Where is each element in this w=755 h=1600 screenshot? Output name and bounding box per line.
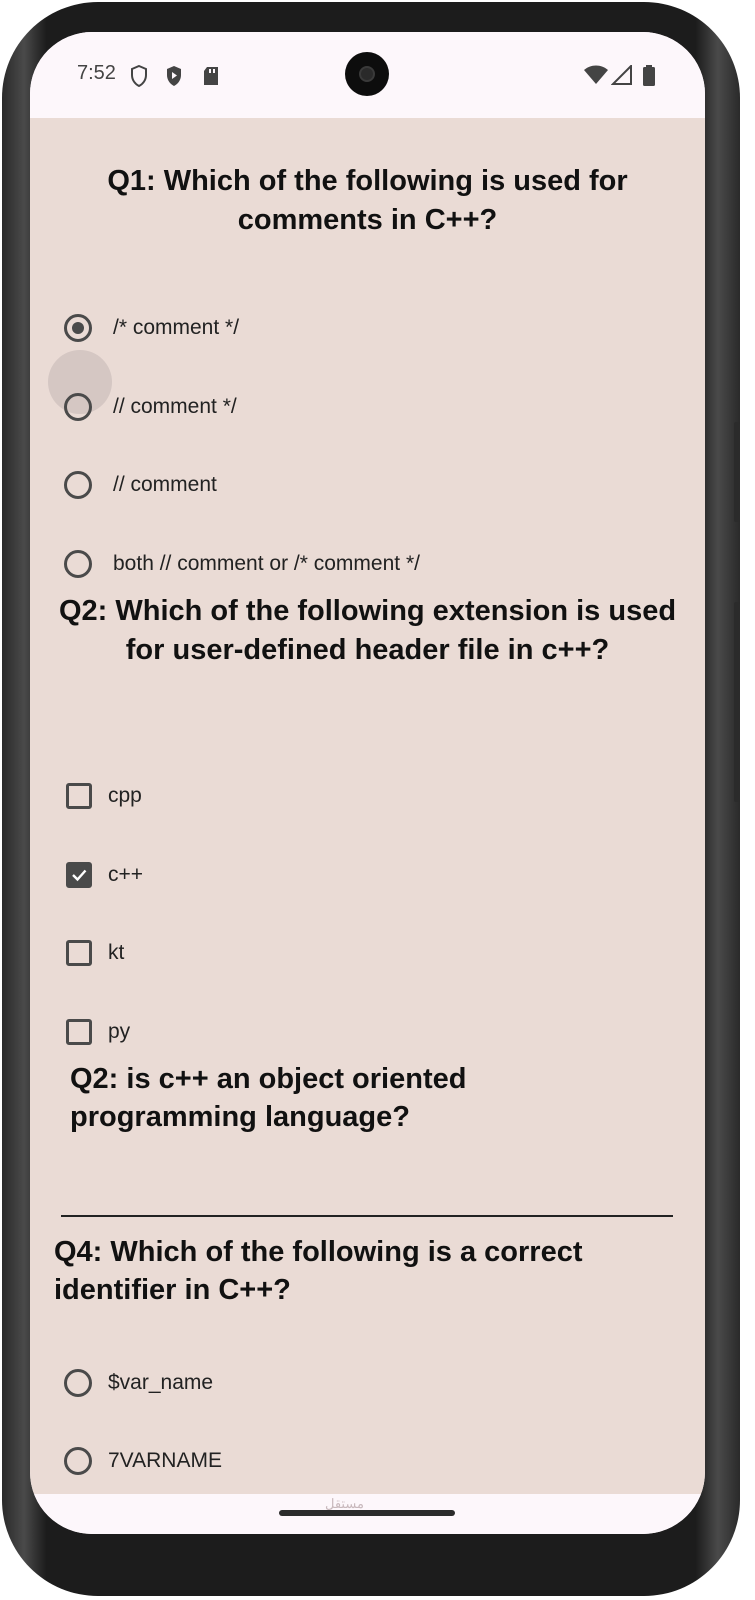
gesture-handle[interactable]: [279, 1510, 455, 1516]
checkbox[interactable]: [66, 940, 92, 966]
q2-option-3[interactable]: kt: [66, 933, 124, 973]
option-label: // comment */: [113, 395, 237, 418]
option-label: cpp: [108, 784, 142, 807]
radio-button[interactable]: [64, 393, 92, 421]
q4-option-2[interactable]: 7VARNAME: [64, 1441, 222, 1481]
q4-option-1[interactable]: $var_name: [64, 1363, 213, 1403]
battery-icon: [643, 65, 655, 86]
radio-button[interactable]: [64, 1369, 92, 1397]
volume-button: [734, 422, 740, 522]
status-bar: 7:52: [30, 32, 705, 118]
status-time: 7:52: [77, 62, 116, 84]
question-2-title: Q2: Which of the following extension is …: [58, 595, 677, 666]
checkmark-icon: [72, 869, 87, 882]
q2-option-1[interactable]: cpp: [66, 776, 142, 816]
q2-option-4[interactable]: py: [66, 1012, 130, 1052]
power-button: [734, 602, 740, 802]
sd-card-icon: [204, 67, 218, 85]
radio-button[interactable]: [64, 1447, 92, 1475]
option-label: c++: [108, 863, 144, 886]
question-1-title: Q1: Which of the following is used for c…: [107, 165, 628, 236]
question-3-title: Q2: is c++ an object oriented programmin…: [70, 1063, 467, 1133]
question-4-title: Q4: Which of the following is a correct …: [54, 1236, 583, 1306]
front-camera: [345, 52, 389, 96]
radio-button[interactable]: [64, 314, 92, 342]
quiz-content[interactable]: Q1: Which of the following is used for c…: [30, 118, 705, 1494]
option-label: // comment: [113, 473, 217, 496]
shield-play-icon: [167, 66, 181, 86]
checkbox[interactable]: [66, 783, 92, 809]
option-label: kt: [108, 941, 125, 964]
q2-option-2[interactable]: c++: [66, 855, 143, 895]
radio-button[interactable]: [64, 471, 92, 499]
text-input-underline[interactable]: [61, 1215, 673, 1217]
q1-option-1[interactable]: /* comment */: [64, 308, 239, 348]
option-label: both // comment or /* comment */: [113, 552, 420, 575]
q1-option-4[interactable]: both // comment or /* comment */: [64, 544, 420, 584]
option-label: py: [108, 1020, 131, 1043]
shield-outline-icon: [131, 65, 147, 87]
phone-screen: 7:52 Q1: Which of the following is used …: [30, 32, 705, 1534]
q1-option-2[interactable]: // comment */: [64, 387, 237, 427]
navigation-bar: مستقل: [30, 1494, 705, 1534]
wifi-icon: [584, 65, 608, 84]
checkbox[interactable]: [66, 1019, 92, 1045]
option-label: 7VARNAME: [108, 1449, 222, 1472]
q1-option-3[interactable]: // comment: [64, 465, 217, 505]
checkbox[interactable]: [66, 862, 92, 888]
option-label: /* comment */: [113, 316, 240, 339]
option-label: $var_name: [108, 1371, 214, 1394]
cell-signal-icon: [611, 65, 632, 85]
radio-button[interactable]: [64, 550, 92, 578]
